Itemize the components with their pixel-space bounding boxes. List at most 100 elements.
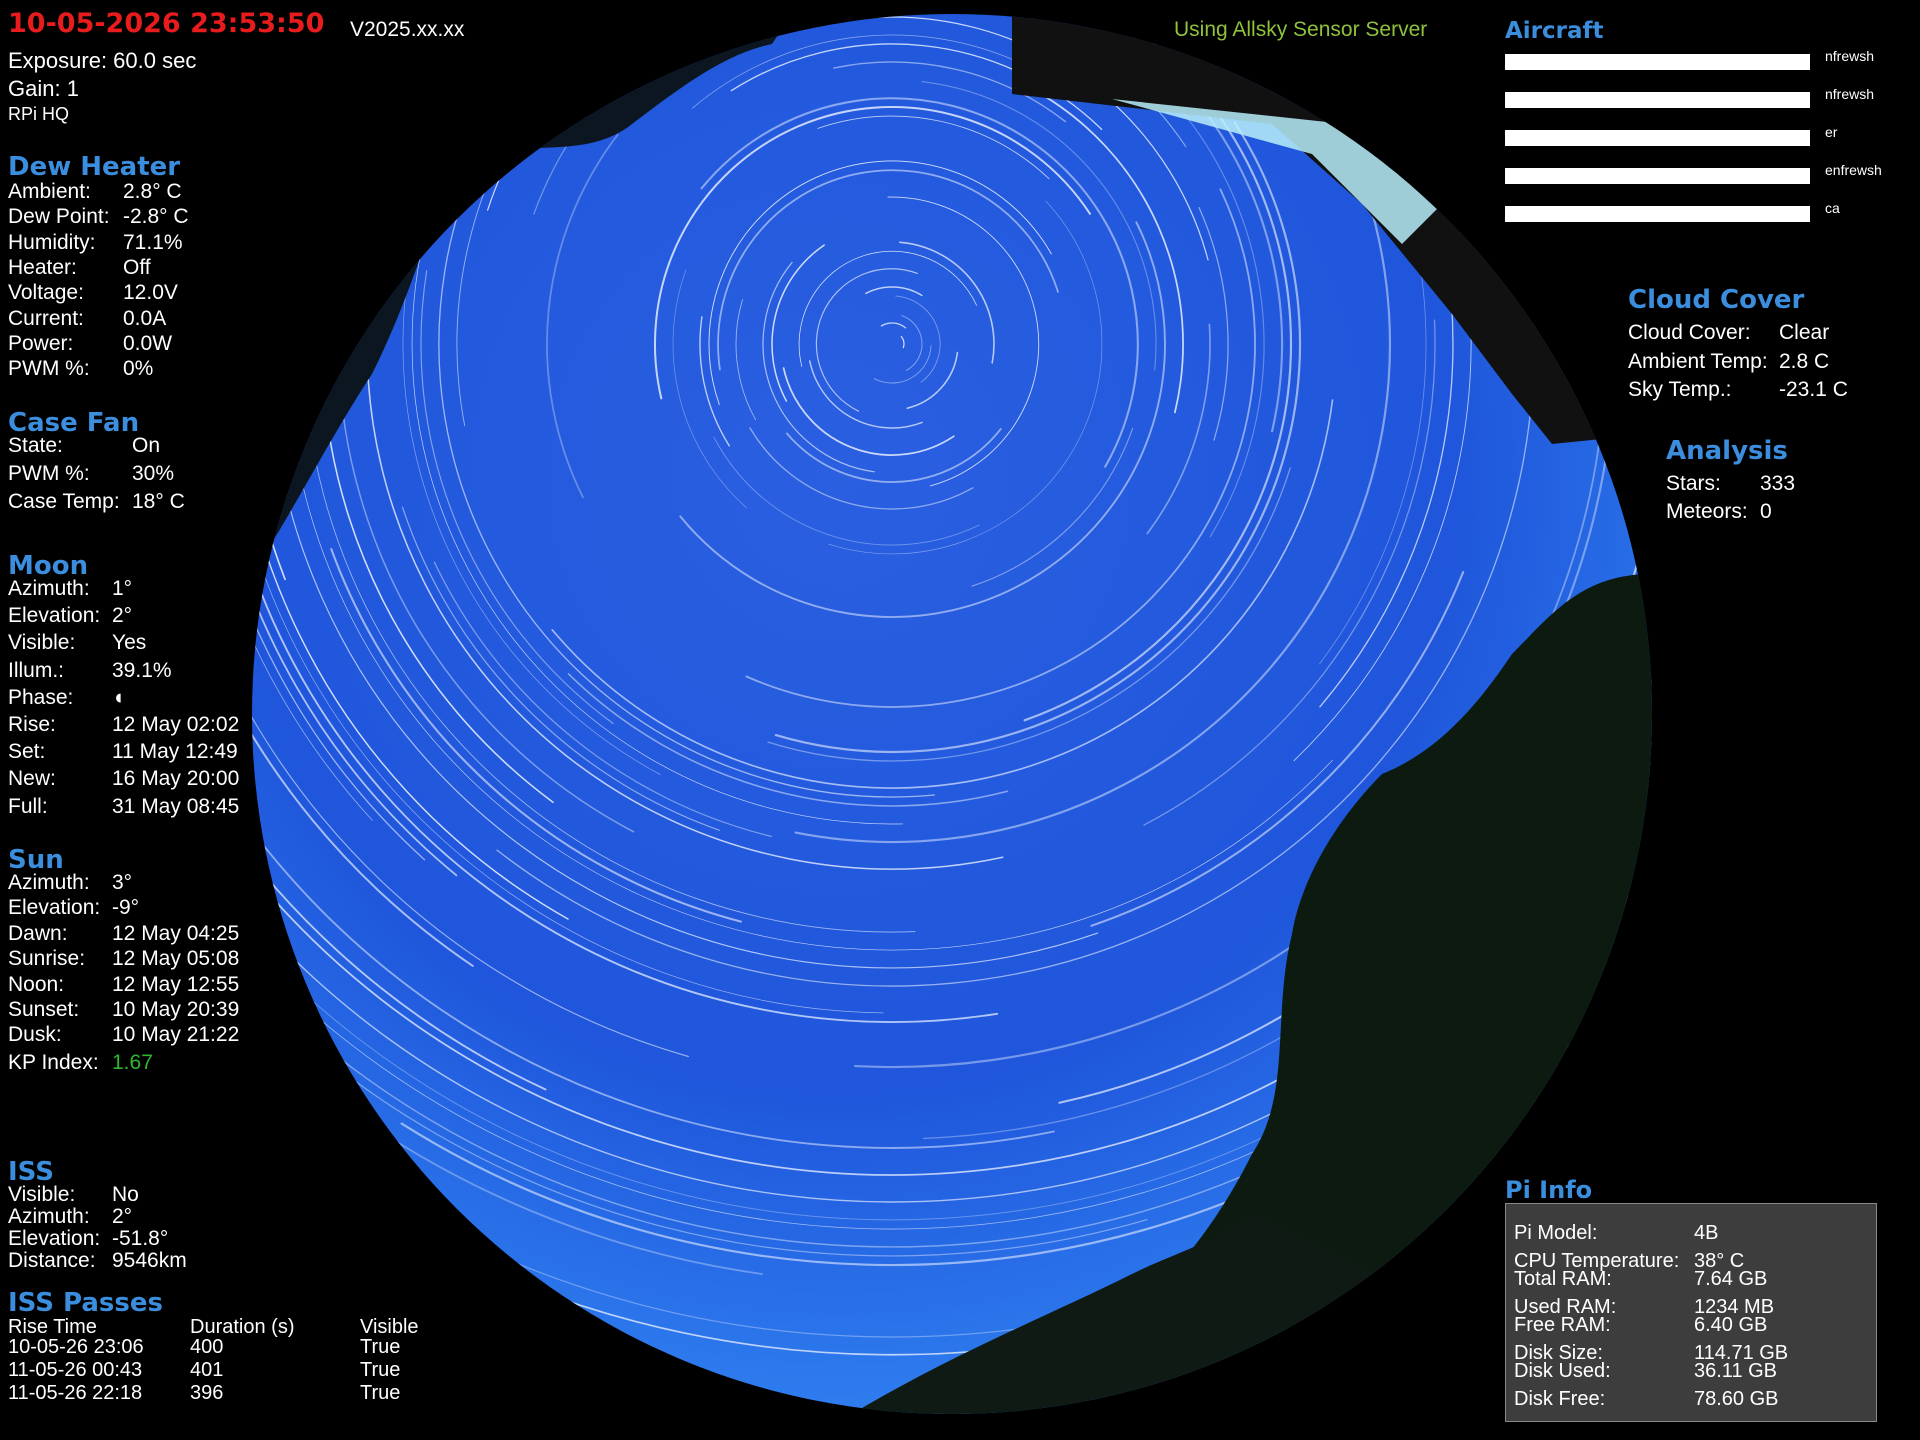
capture-datetime: 10-05-2026 23:53:50: [8, 8, 324, 39]
info-row: Visible: No: [8, 1183, 75, 1207]
info-row: Elevation: -51.8°: [8, 1227, 100, 1251]
pi-info-value: 36.11 GB: [1694, 1360, 1777, 1383]
iss-panel: ISS Visible: No Azimuth: 2° Elevation: -51.8°…: [8, 1157, 308, 1277]
passes-cell: 396: [190, 1382, 223, 1405]
info-label: Dawn:: [8, 922, 68, 945]
info-label: Dew Point:: [8, 205, 110, 228]
pi-info-row: Free RAM: 6.40 GB: [1514, 1314, 1611, 1337]
info-label: Visible:: [8, 1183, 75, 1206]
dew-heater-panel: Dew Heater Ambient: 2.8° C Dew Point: -2.8°…: [8, 152, 308, 392]
info-row: Case Temp: 18° C: [8, 490, 120, 514]
info-label: Visible:: [8, 631, 75, 654]
info-row: Sky Temp.: -23.1 C: [1628, 378, 1731, 402]
info-label: PWM %:: [8, 357, 90, 380]
redacted-bar: [1505, 206, 1655, 222]
pi-info-label: Total RAM:: [1514, 1268, 1612, 1290]
pi-info-value: 6.40 GB: [1694, 1314, 1767, 1337]
info-value: 2.8° C: [123, 180, 182, 204]
info-label: Cloud Cover:: [1628, 321, 1751, 344]
redacted-bar: [1650, 130, 1810, 146]
info-label: Elevation:: [8, 604, 100, 627]
cloud-cover-panel: Cloud Cover Cloud Cover: Clear Ambient Tem…: [1628, 285, 1908, 405]
info-row: Meteors: 0: [1666, 500, 1748, 524]
info-row: New: 16 May 20:00: [8, 767, 56, 791]
info-value: 39.1%: [112, 659, 172, 683]
info-label: Power:: [8, 332, 73, 355]
info-row: Azimuth: 1°: [8, 577, 90, 601]
info-row: Rise: 12 May 02:02: [8, 713, 56, 737]
redacted-bar: [1505, 130, 1655, 146]
info-row: Visible: Yes: [8, 631, 75, 655]
moon-panel: Moon Azimuth: 1° Elevation: 2° Visible: Yes Il…: [8, 551, 308, 821]
info-value: No: [112, 1183, 139, 1207]
sensor-server-note: Using Allsky Sensor Server: [1174, 18, 1427, 42]
passes-cell: 11-05-26 00:43: [8, 1359, 142, 1382]
info-label: Azimuth:: [8, 577, 90, 600]
passes-cell: True: [360, 1382, 400, 1405]
info-value: 0.0A: [123, 307, 166, 331]
info-row: Dawn: 12 May 04:25: [8, 922, 68, 946]
aircraft-info: nfrewsh: [1825, 48, 1874, 64]
aircraft-info: nfrewsh: [1825, 86, 1874, 102]
pi-info-label: Disk Free:: [1514, 1388, 1605, 1410]
pi-info-row: Total RAM: 7.64 GB: [1514, 1268, 1612, 1291]
redacted-bar: [1505, 54, 1655, 70]
pi-info-row: Disk Free: 78.60 GB: [1514, 1388, 1605, 1411]
info-label: Ambient:: [8, 180, 91, 203]
info-label: Ambient Temp:: [1628, 350, 1768, 373]
case-fan-panel: Case Fan State: On PWM %: 30% Case Temp: 18° …: [8, 408, 308, 518]
info-value: Yes: [112, 631, 146, 655]
info-value: 9546km: [112, 1249, 187, 1273]
aircraft-panel: Aircraft nfrewsh nfrewsh er enfrewsh ca: [1505, 18, 1915, 238]
pi-info-label: Pi Model:: [1514, 1222, 1597, 1244]
info-row: Elevation: -9°: [8, 896, 100, 920]
pi-info-value: 4B: [1694, 1222, 1718, 1245]
info-row: Azimuth: 3°: [8, 871, 90, 895]
info-value: 2°: [112, 604, 132, 628]
info-label: Stars:: [1666, 472, 1721, 495]
info-value: 12.0V: [123, 281, 178, 305]
info-label: Illum.:: [8, 659, 64, 682]
info-row: Current: 0.0A: [8, 307, 84, 331]
info-row: Phase: ◖: [8, 686, 73, 710]
pi-info-panel: Pi Model: 4B CPU Temperature: 38° C Total RA…: [1505, 1203, 1877, 1422]
redacted-bar: [1505, 92, 1655, 108]
info-label: State:: [8, 434, 63, 457]
info-value: ◖: [112, 686, 125, 710]
info-value: 16 May 20:00: [112, 767, 239, 791]
pi-info-row: Pi Model: 4B: [1514, 1222, 1597, 1245]
info-row: Sunset: 10 May 20:39: [8, 998, 79, 1022]
info-label: New:: [8, 767, 56, 790]
info-label: Elevation:: [8, 896, 100, 919]
info-value: 31 May 08:45: [112, 795, 239, 819]
info-row: Illum.: 39.1%: [8, 659, 64, 683]
kp-index-label: KP Index:: [8, 1051, 99, 1074]
info-label: Current:: [8, 307, 84, 330]
info-value: On: [132, 434, 160, 458]
aircraft-info: ca: [1825, 200, 1840, 216]
pi-info-value: 7.64 GB: [1694, 1268, 1767, 1291]
analysis-panel: Analysis Stars: 333 Meteors: 0: [1666, 436, 1906, 526]
info-row: State: On: [8, 434, 63, 458]
pi-info-value: 78.60 GB: [1694, 1388, 1779, 1411]
info-value: 0%: [123, 357, 153, 381]
info-value: 333: [1760, 472, 1795, 496]
pi-info-title: Pi Info: [1505, 1176, 1592, 1204]
info-value: 0: [1760, 500, 1772, 524]
info-value: -2.8° C: [123, 205, 189, 229]
info-value: 12 May 04:25: [112, 922, 239, 946]
info-row: Set: 11 May 12:49: [8, 740, 45, 764]
redacted-bar: [1650, 54, 1810, 70]
info-row: Sunrise: 12 May 05:08: [8, 947, 85, 971]
info-row: Humidity: 71.1%: [8, 231, 96, 255]
info-label: Azimuth:: [8, 1205, 90, 1228]
info-value: 12 May 02:02: [112, 713, 239, 737]
info-value: -23.1 C: [1779, 378, 1848, 402]
pi-info-label: Disk Used:: [1514, 1360, 1611, 1382]
info-row: PWM %: 30%: [8, 462, 90, 486]
dew-heater-title: Dew Heater: [8, 152, 308, 182]
info-label: PWM %:: [8, 462, 90, 485]
info-value: 18° C: [132, 490, 185, 514]
info-label: Sunrise:: [8, 947, 85, 970]
sun-panel: Sun Azimuth: 3° Elevation: -9° Dawn: 12 May 0…: [8, 845, 308, 1080]
